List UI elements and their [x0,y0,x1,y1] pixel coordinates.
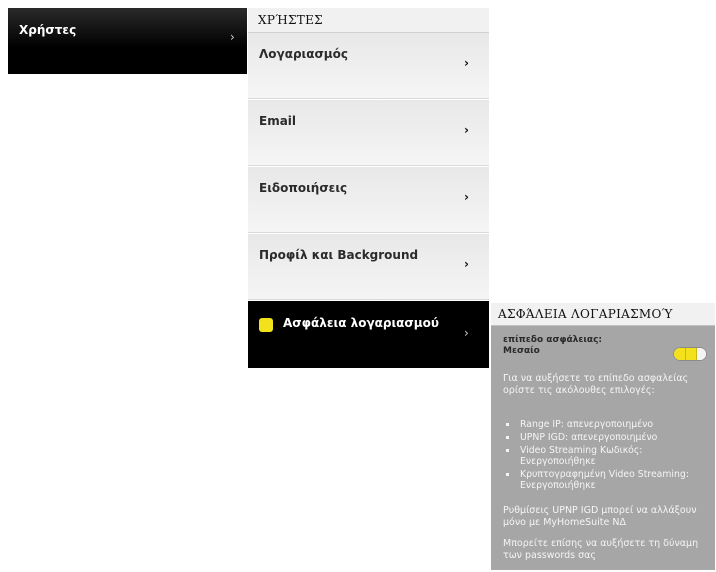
list-item: Κρυπτογραφημένη Video Streaming: Ενεργοπ… [503,469,713,491]
security-intro-text: Για να αυξήσετε το επίπεδο ασφαλείας ορί… [503,373,689,396]
menu-item-label: Ειδοποιήσεις [259,181,348,195]
menu-item-account[interactable]: Λογαριασμός › [248,33,489,99]
chevron-right-icon: › [464,56,469,70]
users-submenu: ΧΡΉΣΤΕΣ Λογαριασμός › Email › Ειδοποιήσε… [248,8,489,368]
panel-body: επίπεδο ασφάλειας: Μεσαίο Για να αυξήσετ… [491,326,715,570]
chevron-right-icon: › [464,190,469,204]
list-item: Range IP: απενεργοποιημένο [503,419,713,430]
panel-title: ΑΣΦΆΛΕΙΑ ΛΟΓΑΡΙΑΣΜΟΎ [498,307,673,321]
security-options-list: Range IP: απενεργοποιημένο UPNP IGD: απε… [503,419,713,493]
menu-item-notifications[interactable]: Ειδοποιήσεις › [248,167,489,233]
menu-item-label: Email [259,114,297,128]
submenu-title: ΧΡΉΣΤΕΣ [258,13,323,27]
list-item: UPNP IGD: απενεργοποιημένο [503,432,713,443]
menu-item-label: Προφίλ και Background [259,248,419,262]
yellow-status-icon [259,318,273,332]
menu-item-email[interactable]: Email › [248,100,489,166]
menu-item-label: Ασφάλεια λογαριασμού [283,316,439,330]
security-level-value: Μεσαίο [503,346,540,356]
chevron-right-icon: › [464,257,469,271]
menu-item-label: Λογαριασμός [259,47,348,61]
list-item: Video Streaming Κωδικός: Ενεργοποιήθηκε [503,445,713,467]
meter-divider [696,348,697,360]
security-level-meter [673,347,707,361]
chevron-right-icon: › [464,326,469,340]
nav-item-users[interactable]: Χρήστες › [8,8,247,74]
chevron-right-icon: › [464,123,469,137]
submenu-header: ΧΡΉΣΤΕΣ [248,8,489,33]
account-security-panel: ΑΣΦΆΛΕΙΑ ΛΟΓΑΡΙΑΣΜΟΎ επίπεδο ασφάλειας: … [491,303,715,570]
meter-segment-empty [696,348,706,360]
upnp-note: Ρυθμίσεις UPNP IGD μπορεί να αλλάξουν μό… [503,505,697,528]
menu-item-profile-background[interactable]: Προφίλ και Background › [248,234,489,300]
menu-item-account-security[interactable]: Ασφάλεια λογαριασμού › [248,301,489,368]
chevron-right-icon: › [230,30,235,44]
password-note: Μπορείτε επίσης να αυξήσετε τη δύναμη τω… [503,538,699,561]
meter-segment-filled [674,348,685,360]
meter-segment-filled [685,348,696,360]
security-level-title: επίπεδο ασφάλειας: [503,335,603,345]
nav-item-users-label: Χρήστες [19,23,77,37]
meter-divider [685,348,686,360]
panel-header: ΑΣΦΆΛΕΙΑ ΛΟΓΑΡΙΑΣΜΟΎ [491,303,715,326]
